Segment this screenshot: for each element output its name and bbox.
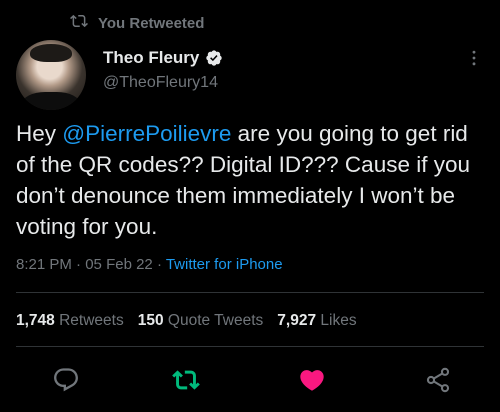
quote-tweets-count: 150 bbox=[137, 312, 164, 329]
reply-icon[interactable] bbox=[52, 366, 80, 394]
retweet-banner[interactable]: You Retweeted bbox=[70, 12, 204, 34]
retweets-count: 1,748 bbox=[16, 312, 55, 329]
retweets-stat[interactable]: 1,748 Retweets bbox=[16, 312, 124, 330]
heart-icon[interactable] bbox=[298, 366, 326, 394]
divider bbox=[16, 292, 484, 293]
tweet-actions bbox=[0, 366, 500, 398]
likes-label: Likes bbox=[320, 312, 357, 329]
tweet-text-before: Hey bbox=[16, 121, 63, 146]
retweets-label: Retweets bbox=[59, 312, 124, 329]
author-handle[interactable]: @TheoFleury14 bbox=[103, 74, 223, 92]
tweet-text: Hey @PierrePoilievre are you going to ge… bbox=[16, 118, 492, 242]
divider bbox=[16, 346, 484, 347]
more-options-icon[interactable] bbox=[464, 48, 484, 68]
author-name[interactable]: Theo Fleury bbox=[103, 48, 199, 68]
author-block[interactable]: Theo Fleury @TheoFleury14 bbox=[103, 48, 223, 92]
verified-badge-icon bbox=[205, 49, 223, 67]
quote-tweets-label: Quote Tweets bbox=[167, 312, 264, 329]
share-icon[interactable] bbox=[424, 366, 452, 394]
quote-tweets-stat[interactable]: 150 Quote Tweets bbox=[138, 312, 264, 330]
engagement-stats: 1,748 Retweets 150 Quote Tweets 7,927 Li… bbox=[16, 312, 357, 330]
meta-separator: · bbox=[71, 256, 86, 273]
meta-separator: · bbox=[152, 256, 166, 273]
retweet-banner-label: You Retweeted bbox=[98, 14, 205, 32]
likes-stat[interactable]: 7,927 Likes bbox=[277, 312, 356, 330]
tweet-meta: 8:21 PM · 05 Feb 22 · Twitter for iPhone bbox=[16, 256, 283, 273]
avatar[interactable] bbox=[16, 40, 86, 110]
tweet-time[interactable]: 8:21 PM bbox=[16, 256, 72, 273]
likes-count: 7,927 bbox=[277, 312, 317, 329]
retweet-icon[interactable] bbox=[172, 366, 200, 394]
retweet-icon bbox=[70, 12, 88, 34]
mention-link[interactable]: @PierrePoilievre bbox=[62, 121, 231, 146]
tweet-date[interactable]: 05 Feb 22 bbox=[85, 256, 153, 273]
tweet-source-link[interactable]: Twitter for iPhone bbox=[166, 256, 283, 273]
